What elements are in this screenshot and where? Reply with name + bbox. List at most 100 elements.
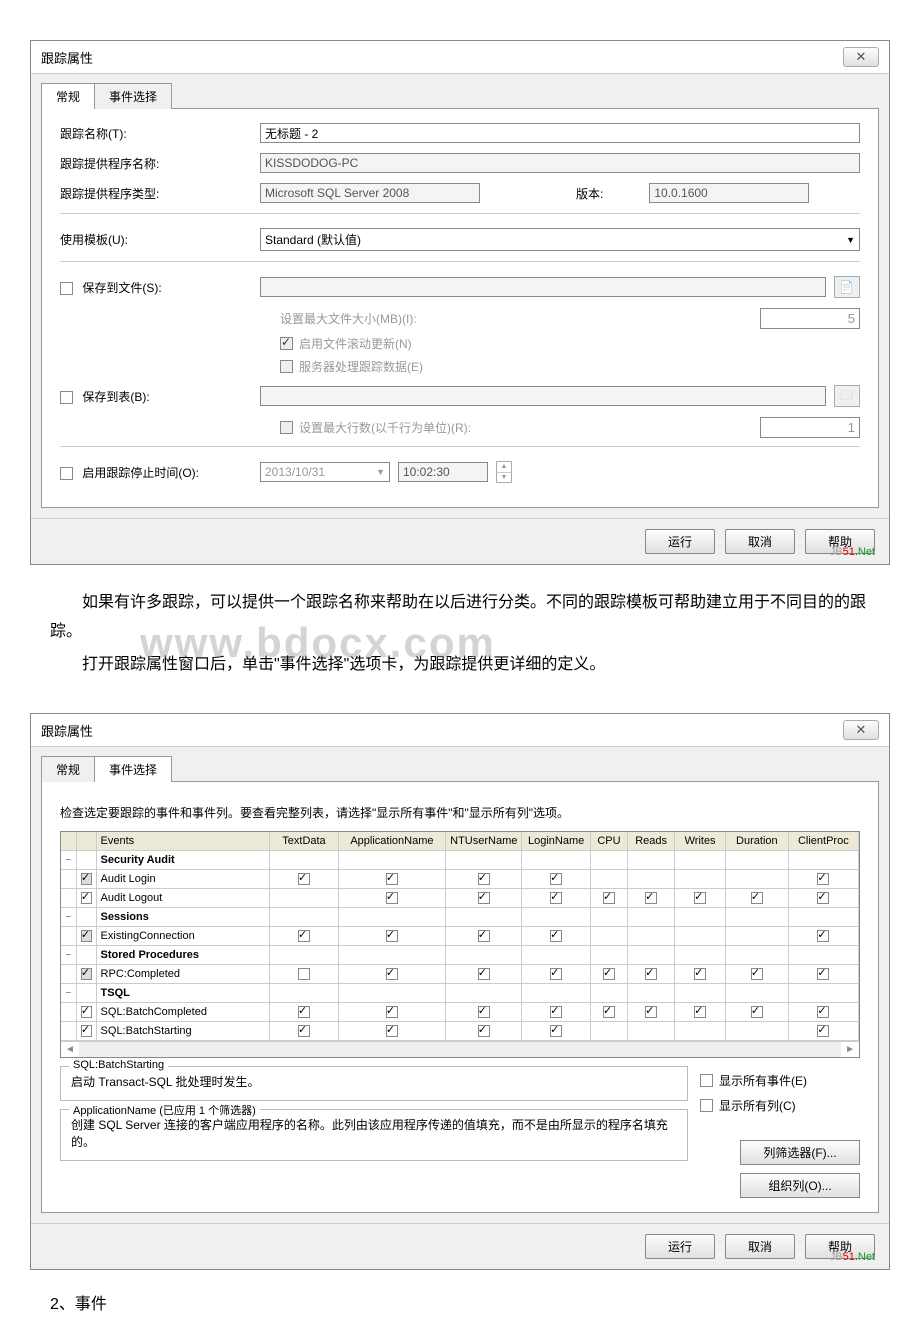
save-file-checkbox[interactable] — [60, 282, 73, 295]
run-button[interactable]: 运行 — [645, 529, 715, 554]
cell-checkbox[interactable] — [298, 930, 310, 942]
trace-name-label: 跟踪名称(T): — [60, 125, 260, 142]
cell-checkbox[interactable] — [645, 892, 657, 904]
cell-checkbox[interactable] — [550, 968, 562, 980]
events-grid[interactable]: Events TextData ApplicationName NTUserNa… — [60, 831, 860, 1058]
event-checkbox[interactable] — [81, 1006, 92, 1018]
event-checkbox[interactable] — [81, 873, 92, 885]
cell-checkbox[interactable] — [386, 873, 398, 885]
cell-checkbox[interactable] — [603, 1006, 615, 1018]
cell-checkbox[interactable] — [550, 1006, 562, 1018]
stop-time-checkbox[interactable] — [60, 467, 73, 480]
cell-checkbox[interactable] — [298, 1025, 310, 1037]
run-button[interactable]: 运行 — [645, 1234, 715, 1259]
cell-checkbox[interactable] — [751, 1006, 763, 1018]
section-2-title: 2、事件 — [10, 1280, 910, 1324]
cell-checkbox[interactable] — [478, 892, 490, 904]
cell-checkbox[interactable] — [478, 968, 490, 980]
column-description-box: ApplicationName (已应用 1 个筛选器) 创建 SQL Serv… — [60, 1109, 688, 1161]
cell-checkbox[interactable] — [478, 930, 490, 942]
cancel-button[interactable]: 取消 — [725, 1234, 795, 1259]
browse-table-button: 🗔 — [834, 385, 860, 407]
tab-general[interactable]: 常规 — [41, 756, 95, 782]
stop-time-input — [398, 462, 488, 482]
tab-general[interactable]: 常规 — [41, 83, 95, 109]
cell-checkbox[interactable] — [817, 968, 829, 980]
event-checkbox[interactable] — [81, 930, 92, 942]
event-checkbox[interactable] — [81, 968, 92, 980]
cell-checkbox[interactable] — [386, 1006, 398, 1018]
show-all-cols-checkbox[interactable] — [700, 1099, 713, 1112]
cell-checkbox[interactable] — [694, 1006, 706, 1018]
dialog-buttons: 运行 取消 帮助 JB51.Net — [31, 1223, 889, 1269]
column-filter-button[interactable]: 列筛选器(F)... — [740, 1140, 860, 1165]
cell-checkbox[interactable] — [603, 968, 615, 980]
cell-checkbox[interactable] — [694, 892, 706, 904]
grid-group-row[interactable]: −TSQL — [61, 984, 859, 1003]
max-rows-checkbox — [280, 421, 293, 434]
cell-checkbox[interactable] — [751, 892, 763, 904]
cell-checkbox[interactable] — [817, 930, 829, 942]
grid-event-row[interactable]: RPC:Completed — [61, 965, 859, 984]
cell-checkbox[interactable] — [386, 930, 398, 942]
grid-group-row[interactable]: −Security Audit — [61, 851, 859, 870]
event-checkbox[interactable] — [81, 892, 92, 904]
grid-event-row[interactable]: SQL:BatchCompleted — [61, 1003, 859, 1022]
max-rows-input — [760, 417, 860, 438]
tab-events[interactable]: 事件选择 — [94, 756, 172, 782]
version-label: 版本: — [576, 185, 603, 202]
cell-checkbox[interactable] — [550, 930, 562, 942]
server-proc-checkbox — [280, 360, 293, 373]
show-all-events-checkbox[interactable] — [700, 1074, 713, 1087]
grid-event-row[interactable]: ExistingConnection — [61, 927, 859, 946]
cancel-button[interactable]: 取消 — [725, 529, 795, 554]
cell-checkbox[interactable] — [817, 892, 829, 904]
event-checkbox[interactable] — [81, 1025, 92, 1037]
cell-checkbox[interactable] — [817, 873, 829, 885]
template-label: 使用模板(U): — [60, 231, 260, 248]
save-table-label: 保存到表(B): — [60, 388, 260, 405]
titlebar[interactable]: 跟踪属性 ✕ — [31, 41, 889, 74]
cell-checkbox[interactable] — [478, 1025, 490, 1037]
tab-events[interactable]: 事件选择 — [94, 83, 172, 109]
grid-event-row[interactable]: Audit Login — [61, 870, 859, 889]
trace-properties-dialog-events: 跟踪属性 ✕ 常规 事件选择 检查选定要跟踪的事件和事件列。要查看完整列表，请选… — [30, 713, 890, 1270]
cell-checkbox[interactable] — [478, 1006, 490, 1018]
trace-name-input[interactable] — [260, 123, 860, 143]
version-value — [649, 183, 809, 203]
cell-checkbox[interactable] — [603, 892, 615, 904]
rollover-checkbox — [280, 337, 293, 350]
template-select[interactable]: Standard (默认值) ▼ — [260, 228, 860, 251]
cell-checkbox[interactable] — [386, 968, 398, 980]
titlebar[interactable]: 跟踪属性 ✕ — [31, 714, 889, 747]
grid-event-row[interactable]: Audit Logout — [61, 889, 859, 908]
cell-checkbox[interactable] — [298, 968, 310, 980]
cell-checkbox[interactable] — [550, 892, 562, 904]
grid-group-row[interactable]: −Stored Procedures — [61, 946, 859, 965]
close-icon[interactable]: ✕ — [843, 47, 879, 67]
chevron-down-icon: ▼ — [846, 235, 855, 245]
general-panel: 跟踪名称(T): 跟踪提供程序名称: 跟踪提供程序类型: 版本: — [41, 108, 879, 508]
cell-checkbox[interactable] — [694, 968, 706, 980]
cell-checkbox[interactable] — [550, 1025, 562, 1037]
cell-checkbox[interactable] — [298, 873, 310, 885]
organize-cols-button[interactable]: 组织列(O)... — [740, 1173, 860, 1198]
close-icon[interactable]: ✕ — [843, 720, 879, 740]
cell-checkbox[interactable] — [751, 968, 763, 980]
grid-event-row[interactable]: SQL:BatchStarting — [61, 1022, 859, 1041]
cell-checkbox[interactable] — [817, 1025, 829, 1037]
grid-group-row[interactable]: −Sessions — [61, 908, 859, 927]
save-table-checkbox[interactable] — [60, 391, 73, 404]
horizontal-scrollbar[interactable]: ◄► — [61, 1041, 859, 1057]
cell-checkbox[interactable] — [645, 968, 657, 980]
cell-checkbox[interactable] — [386, 892, 398, 904]
cell-checkbox[interactable] — [478, 873, 490, 885]
cell-checkbox[interactable] — [645, 1006, 657, 1018]
cell-checkbox[interactable] — [550, 873, 562, 885]
save-table-input — [260, 386, 826, 406]
cell-checkbox[interactable] — [386, 1025, 398, 1037]
cell-checkbox[interactable] — [817, 1006, 829, 1018]
tabs: 常规 事件选择 — [31, 74, 889, 108]
events-panel: 检查选定要跟踪的事件和事件列。要查看完整列表，请选择"显示所有事件"和"显示所有… — [41, 781, 879, 1213]
cell-checkbox[interactable] — [298, 1006, 310, 1018]
